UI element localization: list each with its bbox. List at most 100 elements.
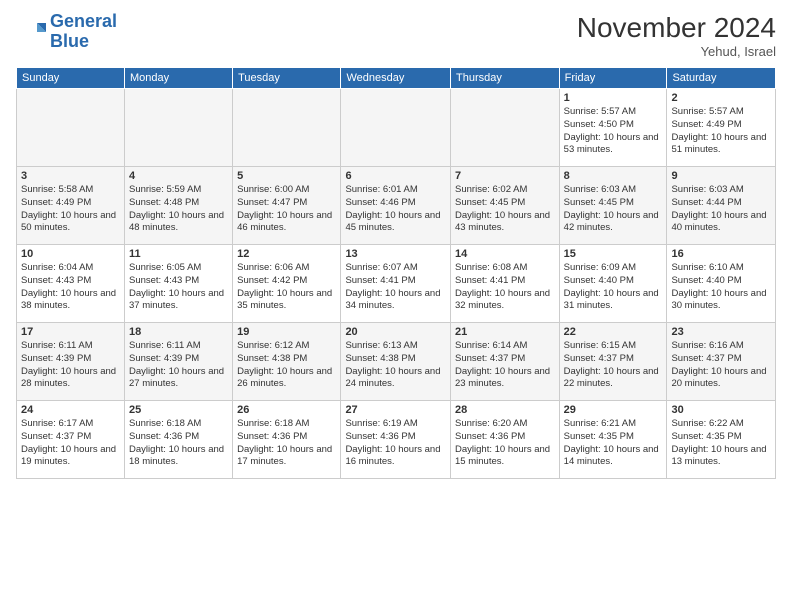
day-info: Sunrise: 6:10 AM Sunset: 4:40 PM Dayligh… (671, 262, 771, 313)
day-number: 19 (237, 326, 336, 338)
table-row: 20Sunrise: 6:13 AM Sunset: 4:38 PM Dayli… (341, 323, 451, 401)
day-number: 29 (564, 404, 663, 416)
table-row: 3 Sunrise: 5:58 AM Sunset: 4:49 PM Daylig… (17, 167, 125, 245)
day-info: Sunrise: 6:18 AM Sunset: 4:36 PM Dayligh… (129, 418, 228, 469)
day-info: Sunrise: 6:21 AM Sunset: 4:35 PM Dayligh… (564, 418, 663, 469)
day-info: Sunrise: 6:07 AM Sunset: 4:41 PM Dayligh… (345, 262, 446, 313)
day-info: Sunrise: 6:11 AM Sunset: 4:39 PM Dayligh… (129, 340, 228, 391)
table-row: 2Sunrise: 5:57 AM Sunset: 4:49 PM Daylig… (667, 89, 776, 167)
table-row: 16 Sunrise: 6:10 AM Sunset: 4:40 PM Dayli… (667, 245, 776, 323)
table-row (341, 89, 451, 167)
day-number: 27 (345, 404, 446, 416)
table-row: 7 Sunrise: 6:02 AM Sunset: 4:45 PM Daylig… (451, 167, 560, 245)
day-info: Sunrise: 6:08 AM Sunset: 4:41 PM Dayligh… (455, 262, 555, 313)
day-number: 24 (21, 404, 120, 416)
table-row: 15 Sunrise: 6:09 AM Sunset: 4:40 PM Dayli… (559, 245, 667, 323)
day-info: Sunrise: 5:59 AM Sunset: 4:48 PM Dayligh… (129, 184, 228, 235)
day-number: 3 (21, 170, 120, 182)
day-number: 6 (345, 170, 446, 182)
table-row (233, 89, 341, 167)
day-info: Sunrise: 6:18 AM Sunset: 4:36 PM Dayligh… (237, 418, 336, 469)
day-number: 26 (237, 404, 336, 416)
col-tuesday: Tuesday (233, 68, 341, 89)
table-row: 21Sunrise: 6:14 AM Sunset: 4:37 PM Dayli… (451, 323, 560, 401)
day-number: 10 (21, 248, 120, 260)
table-row (17, 89, 125, 167)
day-number: 22 (564, 326, 663, 338)
day-number: 28 (455, 404, 555, 416)
day-info: Sunrise: 6:09 AM Sunset: 4:40 PM Dayligh… (564, 262, 663, 313)
day-number: 16 (671, 248, 771, 260)
day-number: 5 (237, 170, 336, 182)
logo-line1: General (50, 11, 117, 31)
table-row: 19 Sunrise: 6:12 AM Sunset: 4:38 PM Dayli… (233, 323, 341, 401)
table-row: 4Sunrise: 5:59 AM Sunset: 4:48 PM Daylig… (124, 167, 232, 245)
logo: General Blue (16, 12, 117, 52)
table-row: 1 Sunrise: 5:57 AM Sunset: 4:50 PM Daylig… (559, 89, 667, 167)
calendar-week-row: 3 Sunrise: 5:58 AM Sunset: 4:49 PM Daylig… (17, 167, 776, 245)
col-wednesday: Wednesday (341, 68, 451, 89)
day-info: Sunrise: 6:00 AM Sunset: 4:47 PM Dayligh… (237, 184, 336, 235)
page: General Blue November 2024 Yehud, Israel… (0, 0, 792, 612)
table-row: 8 Sunrise: 6:03 AM Sunset: 4:45 PM Daylig… (559, 167, 667, 245)
day-info: Sunrise: 5:57 AM Sunset: 4:50 PM Dayligh… (564, 106, 663, 157)
day-info: Sunrise: 5:58 AM Sunset: 4:49 PM Dayligh… (21, 184, 120, 235)
day-number: 18 (129, 326, 228, 338)
col-friday: Friday (559, 68, 667, 89)
day-info: Sunrise: 6:01 AM Sunset: 4:46 PM Dayligh… (345, 184, 446, 235)
col-saturday: Saturday (667, 68, 776, 89)
table-row: 12 Sunrise: 6:06 AM Sunset: 4:42 PM Dayli… (233, 245, 341, 323)
table-row: 11Sunrise: 6:05 AM Sunset: 4:43 PM Dayli… (124, 245, 232, 323)
day-info: Sunrise: 6:02 AM Sunset: 4:45 PM Dayligh… (455, 184, 555, 235)
table-row: 10 Sunrise: 6:04 AM Sunset: 4:43 PM Dayli… (17, 245, 125, 323)
day-info: Sunrise: 6:14 AM Sunset: 4:37 PM Dayligh… (455, 340, 555, 391)
day-info: Sunrise: 6:03 AM Sunset: 4:44 PM Dayligh… (671, 184, 771, 235)
table-row: 27Sunrise: 6:19 AM Sunset: 4:36 PM Dayli… (341, 401, 451, 479)
day-number: 25 (129, 404, 228, 416)
day-info: Sunrise: 6:22 AM Sunset: 4:35 PM Dayligh… (671, 418, 771, 469)
col-sunday: Sunday (17, 68, 125, 89)
day-info: Sunrise: 6:04 AM Sunset: 4:43 PM Dayligh… (21, 262, 120, 313)
calendar-week-row: 10 Sunrise: 6:04 AM Sunset: 4:43 PM Dayli… (17, 245, 776, 323)
day-info: Sunrise: 6:05 AM Sunset: 4:43 PM Dayligh… (129, 262, 228, 313)
table-row: 26 Sunrise: 6:18 AM Sunset: 4:36 PM Dayli… (233, 401, 341, 479)
day-info: Sunrise: 6:20 AM Sunset: 4:36 PM Dayligh… (455, 418, 555, 469)
day-number: 7 (455, 170, 555, 182)
table-row: 14 Sunrise: 6:08 AM Sunset: 4:41 PM Dayli… (451, 245, 560, 323)
day-info: Sunrise: 6:03 AM Sunset: 4:45 PM Dayligh… (564, 184, 663, 235)
day-number: 15 (564, 248, 663, 260)
day-info: Sunrise: 6:13 AM Sunset: 4:38 PM Dayligh… (345, 340, 446, 391)
col-monday: Monday (124, 68, 232, 89)
day-info: Sunrise: 6:11 AM Sunset: 4:39 PM Dayligh… (21, 340, 120, 391)
day-number: 12 (237, 248, 336, 260)
day-info: Sunrise: 6:06 AM Sunset: 4:42 PM Dayligh… (237, 262, 336, 313)
calendar: Sunday Monday Tuesday Wednesday Thursday… (16, 67, 776, 479)
table-row: 18 Sunrise: 6:11 AM Sunset: 4:39 PM Dayli… (124, 323, 232, 401)
logo-icon (16, 17, 46, 47)
logo-text: General Blue (50, 12, 117, 52)
table-row: 5 Sunrise: 6:00 AM Sunset: 4:47 PM Daylig… (233, 167, 341, 245)
day-number: 14 (455, 248, 555, 260)
calendar-week-row: 24 Sunrise: 6:17 AM Sunset: 4:37 PM Dayli… (17, 401, 776, 479)
table-row: 28 Sunrise: 6:20 AM Sunset: 4:36 PM Dayli… (451, 401, 560, 479)
table-row: 13Sunrise: 6:07 AM Sunset: 4:41 PM Dayli… (341, 245, 451, 323)
day-info: Sunrise: 6:15 AM Sunset: 4:37 PM Dayligh… (564, 340, 663, 391)
day-info: Sunrise: 6:17 AM Sunset: 4:37 PM Dayligh… (21, 418, 120, 469)
day-number: 1 (564, 92, 663, 104)
day-number: 23 (671, 326, 771, 338)
calendar-week-row: 17Sunrise: 6:11 AM Sunset: 4:39 PM Dayli… (17, 323, 776, 401)
day-info: Sunrise: 5:57 AM Sunset: 4:49 PM Dayligh… (671, 106, 771, 157)
table-row: 22 Sunrise: 6:15 AM Sunset: 4:37 PM Dayli… (559, 323, 667, 401)
table-row: 9Sunrise: 6:03 AM Sunset: 4:44 PM Daylig… (667, 167, 776, 245)
table-row: 23 Sunrise: 6:16 AM Sunset: 4:37 PM Dayli… (667, 323, 776, 401)
logo-line2: Blue (50, 31, 89, 51)
table-row (124, 89, 232, 167)
calendar-header-row: Sunday Monday Tuesday Wednesday Thursday… (17, 68, 776, 89)
table-row: 25 Sunrise: 6:18 AM Sunset: 4:36 PM Dayli… (124, 401, 232, 479)
day-number: 8 (564, 170, 663, 182)
day-info: Sunrise: 6:16 AM Sunset: 4:37 PM Dayligh… (671, 340, 771, 391)
title-block: November 2024 Yehud, Israel (577, 12, 776, 59)
day-info: Sunrise: 6:12 AM Sunset: 4:38 PM Dayligh… (237, 340, 336, 391)
table-row: 30Sunrise: 6:22 AM Sunset: 4:35 PM Dayli… (667, 401, 776, 479)
table-row: 6 Sunrise: 6:01 AM Sunset: 4:46 PM Daylig… (341, 167, 451, 245)
